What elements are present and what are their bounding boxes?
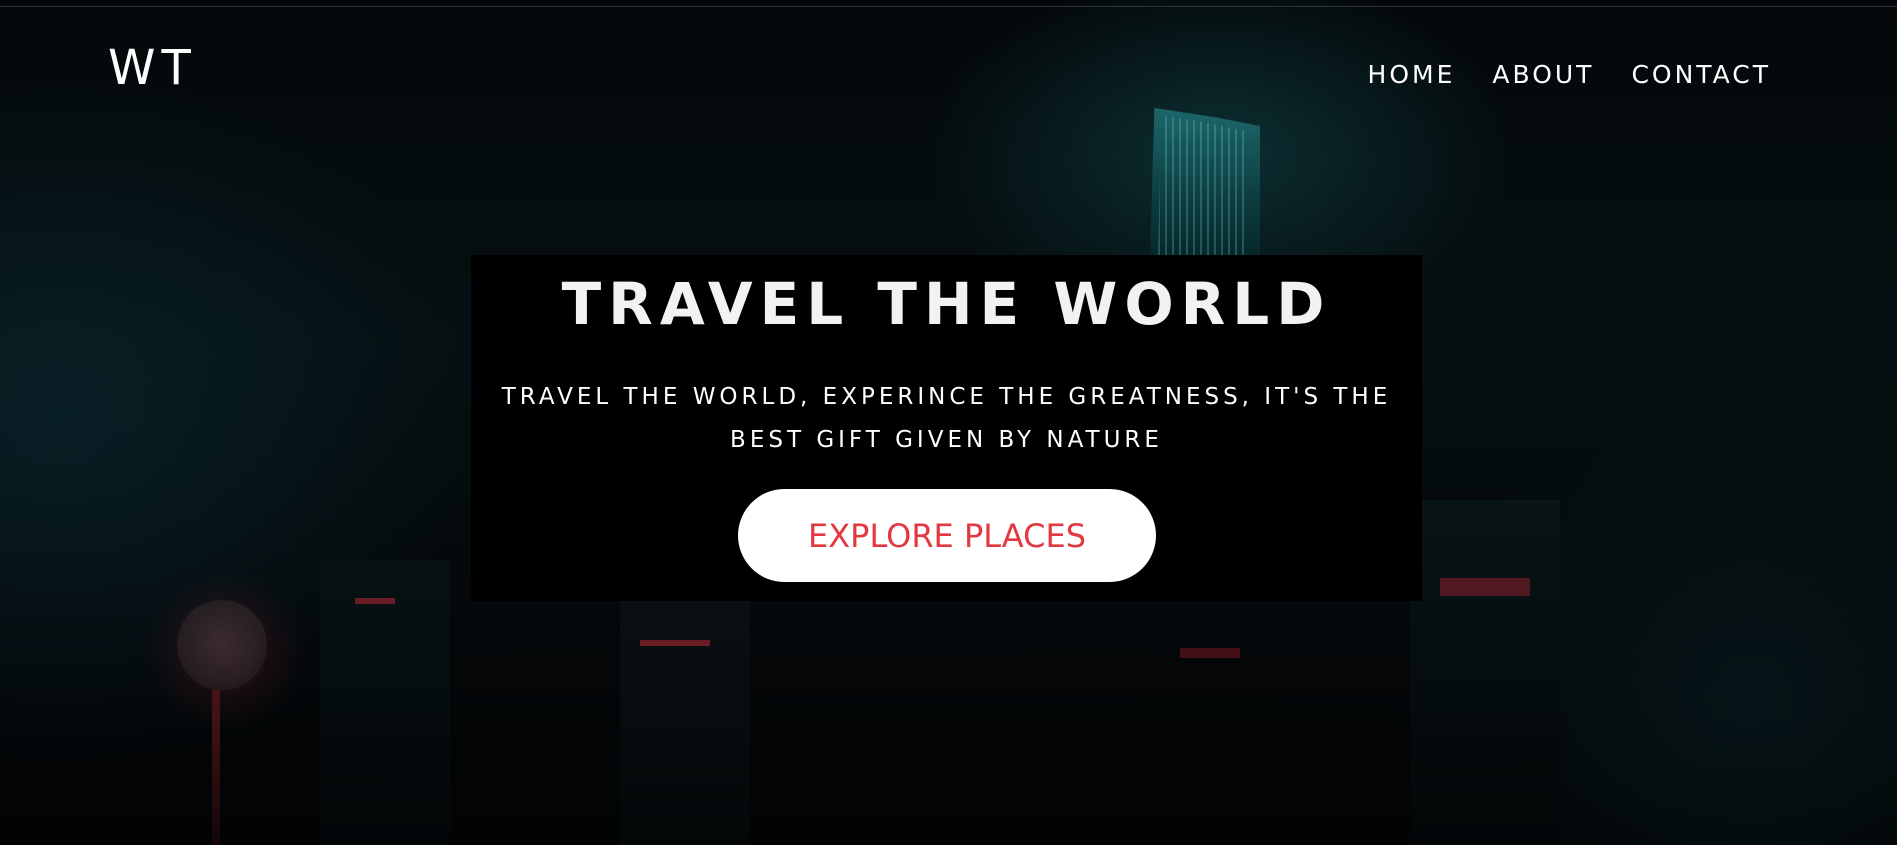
explore-places-button[interactable]: EXPLORE PLACES xyxy=(738,489,1156,582)
hero-panel: TRAVEL THE WORLD TRAVEL THE WORLD, EXPER… xyxy=(471,255,1422,601)
building-light xyxy=(640,640,710,646)
lamp-pole xyxy=(212,690,220,845)
building-light xyxy=(1180,648,1240,658)
hero-subtitle-line: BEST GIFT GIVEN BY NATURE xyxy=(730,427,1163,453)
site-logo[interactable]: WT xyxy=(108,40,197,96)
nav-about-link[interactable]: ABOUT xyxy=(1492,60,1594,89)
building-light xyxy=(1440,578,1530,596)
hero-subtitle-line: TRAVEL THE WORLD, EXPERINCE THE GREATNES… xyxy=(501,384,1392,410)
hero-section: WT HOME ABOUT CONTACT TRAVEL THE WORLD T… xyxy=(0,0,1897,845)
hero-subtitle: TRAVEL THE WORLD, EXPERINCE THE GREATNES… xyxy=(471,376,1422,462)
building xyxy=(1410,500,1560,845)
building-light xyxy=(355,598,395,604)
street-lamp xyxy=(177,600,267,690)
top-border xyxy=(0,6,1897,7)
skyscraper-windows xyxy=(1158,115,1248,255)
building xyxy=(620,600,750,845)
nav-home-link[interactable]: HOME xyxy=(1368,60,1456,89)
nav-contact-link[interactable]: CONTACT xyxy=(1631,60,1771,89)
main-nav: HOME ABOUT CONTACT xyxy=(1368,60,1771,89)
hero-title: TRAVEL THE WORLD xyxy=(561,270,1332,338)
